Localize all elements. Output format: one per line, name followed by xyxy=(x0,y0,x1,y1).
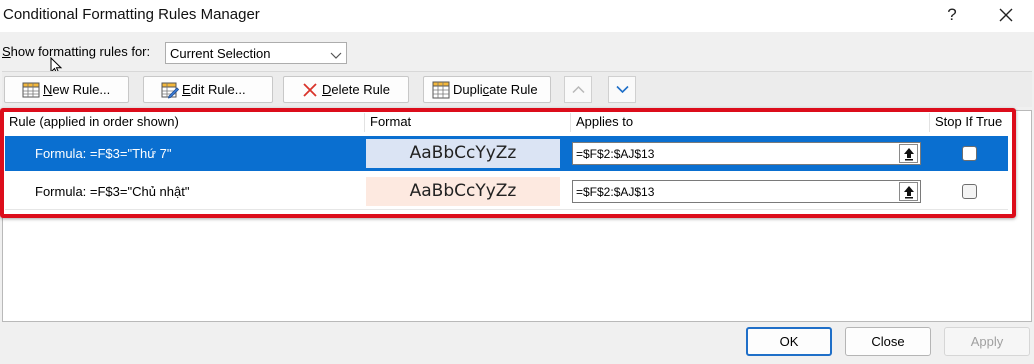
applies-to-value: =$F$2:$AJ$13 xyxy=(576,147,655,161)
chevron-down-icon xyxy=(330,48,342,59)
show-rules-selected: Current Selection xyxy=(170,46,271,61)
delete-rule-accel: D xyxy=(322,82,332,97)
stop-if-true-checkbox[interactable] xyxy=(962,146,977,161)
delete-x-icon xyxy=(301,81,319,99)
upload-arrow-icon xyxy=(904,148,914,161)
move-up-button[interactable] xyxy=(564,76,592,103)
header-stop-if-true: Stop If True xyxy=(935,114,1003,129)
table-edit-icon xyxy=(161,81,180,99)
upload-arrow-icon xyxy=(904,186,914,199)
applies-to-field[interactable]: =$F$2:$AJ$13 xyxy=(572,180,921,203)
show-rules-label-text: how formatting rules for: xyxy=(10,44,151,59)
delete-rule-label: elete Rule xyxy=(331,82,390,97)
header-rule: Rule (applied in order shown) xyxy=(9,114,179,129)
applies-to-field[interactable]: =$F$2:$AJ$13 xyxy=(572,142,921,165)
edit-rule-label: dit Rule... xyxy=(190,82,246,97)
chevron-up-icon xyxy=(572,85,585,94)
table-row[interactable]: Formula: =F$3="Chủ nhật" AaBbCcYyZz =$F$… xyxy=(5,174,1008,210)
rules-table: Rule (applied in order shown) Format App… xyxy=(2,110,1032,322)
new-rule-button[interactable]: New Rule... xyxy=(4,76,129,103)
show-rules-dropdown[interactable]: Current Selection xyxy=(165,42,347,64)
chevron-down-icon xyxy=(616,85,629,94)
header-divider xyxy=(570,113,571,132)
duplicate-rule-label: ate Rule xyxy=(489,82,538,97)
rule-formula: Formula: =F$3="Thứ 7" xyxy=(35,146,172,161)
table-copy-icon xyxy=(432,81,450,99)
move-down-button[interactable] xyxy=(608,76,636,103)
new-rule-accel: N xyxy=(43,82,53,97)
show-rules-label: Show formatting rules for: xyxy=(2,44,150,59)
delete-rule-button[interactable]: Delete Rule xyxy=(283,76,409,103)
header-applies-to: Applies to xyxy=(576,114,634,129)
collapse-range-button[interactable] xyxy=(899,182,918,201)
title-bar: Conditional Formatting Rules Manager ? xyxy=(0,0,1034,32)
duplicate-rule-label-pre: Dupli xyxy=(453,82,483,97)
header-format: Format xyxy=(370,114,412,129)
rule-formula: Formula: =F$3="Chủ nhật" xyxy=(35,184,190,199)
apply-button[interactable]: Apply xyxy=(944,327,1030,356)
duplicate-rule-button[interactable]: Dupli c ate Rule xyxy=(423,76,551,103)
stop-if-true-checkbox[interactable] xyxy=(962,184,977,199)
format-preview: AaBbCcYyZz xyxy=(366,139,560,168)
close-button[interactable]: Close xyxy=(845,327,931,356)
table-row[interactable]: Formula: =F$3="Thứ 7" AaBbCcYyZz =$F$2:$… xyxy=(5,136,1008,171)
table-new-icon xyxy=(22,81,40,99)
rules-toolbar: New Rule... Edit Rule... Delete Rule Dup… xyxy=(2,71,1032,107)
edit-rule-button[interactable]: Edit Rule... xyxy=(143,76,273,103)
format-preview: AaBbCcYyZz xyxy=(366,177,560,206)
header-divider xyxy=(929,113,930,132)
ok-button[interactable]: OK xyxy=(746,327,832,356)
header-divider xyxy=(364,113,365,132)
collapse-range-button[interactable] xyxy=(899,144,918,163)
edit-rule-accel: E xyxy=(182,82,191,97)
window-title: Conditional Formatting Rules Manager xyxy=(3,6,260,23)
new-rule-label: ew Rule... xyxy=(52,82,111,97)
show-rules-accel: S xyxy=(2,44,11,59)
applies-to-value: =$F$2:$AJ$13 xyxy=(576,185,655,199)
help-button[interactable]: ? xyxy=(940,3,964,27)
close-icon[interactable] xyxy=(994,3,1018,27)
